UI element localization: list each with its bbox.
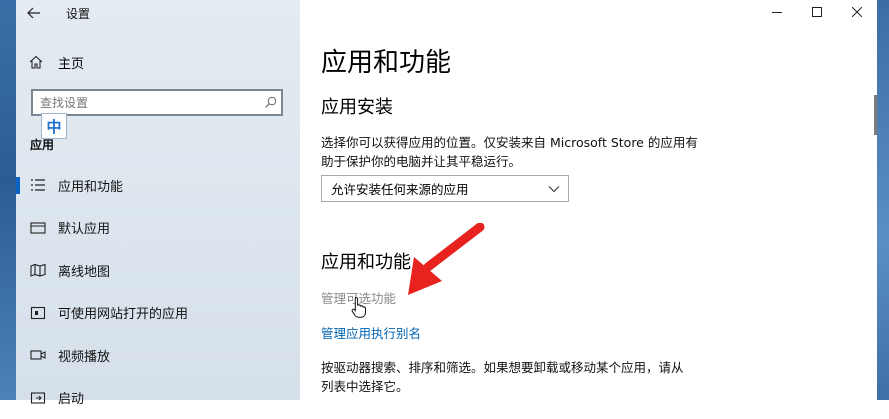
page-title: 应用和功能: [321, 42, 451, 79]
sidebar-item-apps-for-websites[interactable]: 可使用网站打开的应用: [16, 292, 300, 335]
sidebar-nav: 应用和功能 默认应用 离线地图 可使用网站打开的应用: [16, 164, 300, 419]
search-input[interactable]: [33, 95, 259, 111]
apps-for-websites-icon: [30, 305, 46, 321]
sidebar-item-label: 启动: [58, 388, 84, 407]
window-controls: [757, 0, 877, 24]
desktop-background-left: [0, 0, 16, 400]
minimize-icon: [772, 7, 782, 17]
sidebar-item-label: 应用和功能: [58, 176, 123, 195]
default-apps-icon: [30, 220, 46, 236]
back-button[interactable]: [24, 3, 44, 23]
chevron-down-icon: [540, 185, 568, 193]
search-icon: [264, 96, 277, 109]
sidebar-item-label: 视频播放: [58, 346, 110, 365]
desktop-background-right: [877, 0, 889, 400]
sidebar-section-title: 应用: [30, 136, 54, 153]
close-icon: [852, 7, 862, 17]
description-line: 按驱动器搜索、排序和筛选。如果想要卸载或移动某个应用，请从: [321, 358, 684, 377]
sidebar-item-apps-features[interactable]: 应用和功能: [16, 164, 300, 207]
startup-icon: [30, 390, 46, 406]
apps-features-description: 按驱动器搜索、排序和筛选。如果想要卸载或移动某个应用，请从 列表中选择它。: [321, 358, 684, 396]
hand-cursor-icon: [351, 296, 367, 318]
maximize-icon: [812, 7, 822, 17]
main-content: 应用和功能 应用安装 选择你可以获得应用的位置。仅安装来自 Microsoft …: [300, 0, 877, 400]
search-button[interactable]: [259, 92, 281, 114]
sidebar-item-label: 主页: [58, 53, 84, 72]
window-title: 设置: [66, 5, 90, 22]
dropdown-value: 允许安装任何来源的应用: [331, 179, 540, 198]
offline-maps-icon: [30, 262, 46, 278]
sidebar-item-default-apps[interactable]: 默认应用: [16, 207, 300, 250]
annotation-arrow-icon: [400, 223, 488, 299]
back-arrow-icon: [27, 7, 41, 19]
description-line: 助于保护你的电脑并让其平稳运行。: [321, 152, 698, 171]
minimize-button[interactable]: [757, 0, 797, 24]
sidebar-item-startup[interactable]: 启动: [16, 377, 300, 419]
description-line: 列表中选择它。: [321, 377, 684, 396]
sidebar-item-video-playback[interactable]: 视频播放: [16, 334, 300, 377]
description-line: 选择你可以获得应用的位置。仅安装来自 Microsoft Store 的应用有: [321, 133, 698, 152]
app-source-dropdown[interactable]: 允许安装任何来源的应用: [321, 175, 569, 202]
sidebar-item-offline-maps[interactable]: 离线地图: [16, 249, 300, 292]
video-playback-icon: [30, 347, 46, 363]
home-icon: [28, 54, 44, 70]
app-install-description: 选择你可以获得应用的位置。仅安装来自 Microsoft Store 的应用有 …: [321, 133, 698, 171]
app-install-heading: 应用安装: [321, 93, 393, 119]
sidebar-item-label: 离线地图: [58, 261, 110, 280]
apps-list-icon: [30, 177, 46, 193]
title-bar: 设置: [16, 0, 90, 26]
sidebar-item-home[interactable]: 主页: [28, 51, 84, 73]
close-button[interactable]: [837, 0, 877, 24]
scrollbar-thumb[interactable]: [874, 95, 877, 135]
sidebar-item-label: 可使用网站打开的应用: [58, 303, 188, 322]
sidebar-item-label: 默认应用: [58, 218, 110, 237]
search-box: [31, 89, 283, 116]
apps-features-heading: 应用和功能: [321, 248, 411, 274]
maximize-button[interactable]: [797, 0, 837, 24]
manage-app-aliases-link[interactable]: 管理应用执行别名: [321, 323, 421, 342]
